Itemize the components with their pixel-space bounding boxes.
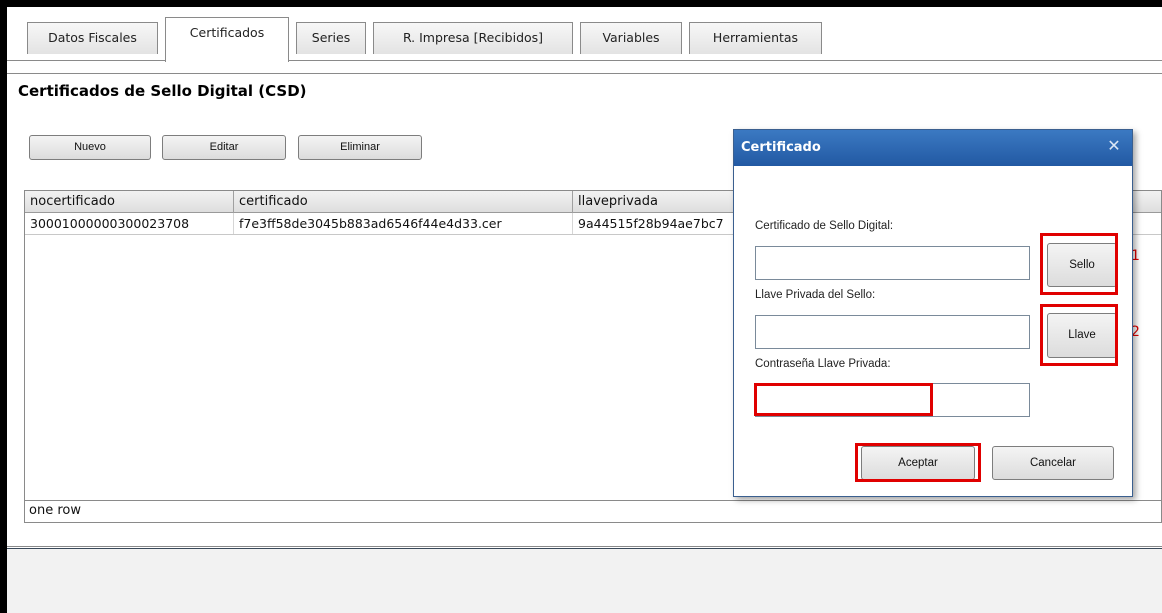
dialog-title: Certificado xyxy=(741,140,821,155)
tab-datos-fiscales[interactable]: Datos Fiscales xyxy=(27,22,158,54)
cert-label: Certificado de Sello Digital: xyxy=(755,220,894,232)
table-footer: one row xyxy=(25,500,1161,522)
edit-button[interactable]: Editar xyxy=(162,135,286,160)
dialog-titlebar[interactable]: Certificado ✕ xyxy=(734,130,1132,166)
password-label: Contraseña Llave Privada: xyxy=(755,358,891,370)
section-title: Certificados de Sello Digital (CSD) xyxy=(18,82,307,100)
annotation-box-3 xyxy=(754,383,933,416)
tab-r-impresa[interactable]: R. Impresa [Recibidos] xyxy=(373,22,573,54)
app-window: Datos Fiscales Certificados Series R. Im… xyxy=(7,7,1162,613)
cell-certificado: f7e3ff58de3045b883ad6546f44e4d33.cer xyxy=(234,213,573,234)
delete-button[interactable]: Eliminar xyxy=(298,135,422,160)
annotation-box-2 xyxy=(1040,304,1118,366)
tab-herramientas[interactable]: Herramientas xyxy=(689,22,822,54)
annotation-box-4 xyxy=(855,443,981,482)
cancel-button[interactable]: Cancelar xyxy=(992,446,1114,480)
column-header-certificado[interactable]: certificado xyxy=(234,191,573,213)
annotation-box-1 xyxy=(1040,233,1118,295)
key-file-field[interactable] xyxy=(755,315,1030,349)
key-label: Llave Privada del Sello: xyxy=(755,289,876,301)
cell-nocertificado: 30001000000300023708 xyxy=(25,213,234,234)
new-button[interactable]: Nuevo xyxy=(29,135,151,160)
bottom-pane xyxy=(7,548,1162,613)
tab-certificados[interactable]: Certificados xyxy=(165,17,289,62)
cert-file-field[interactable] xyxy=(755,246,1030,280)
certificate-dialog: Certificado ✕ Certificado de Sello Digit… xyxy=(733,129,1133,497)
tab-bar: Datos Fiscales Certificados Series R. Im… xyxy=(7,7,1162,62)
lower-divider xyxy=(7,534,1162,547)
tab-series[interactable]: Series xyxy=(296,22,366,54)
tab-variables[interactable]: Variables xyxy=(580,22,682,54)
cell-llaveprivada: 9a44515f28b94ae7bc7 xyxy=(578,216,724,231)
close-icon[interactable]: ✕ xyxy=(1106,138,1122,156)
column-header-nocertificado[interactable]: nocertificado xyxy=(25,191,234,213)
